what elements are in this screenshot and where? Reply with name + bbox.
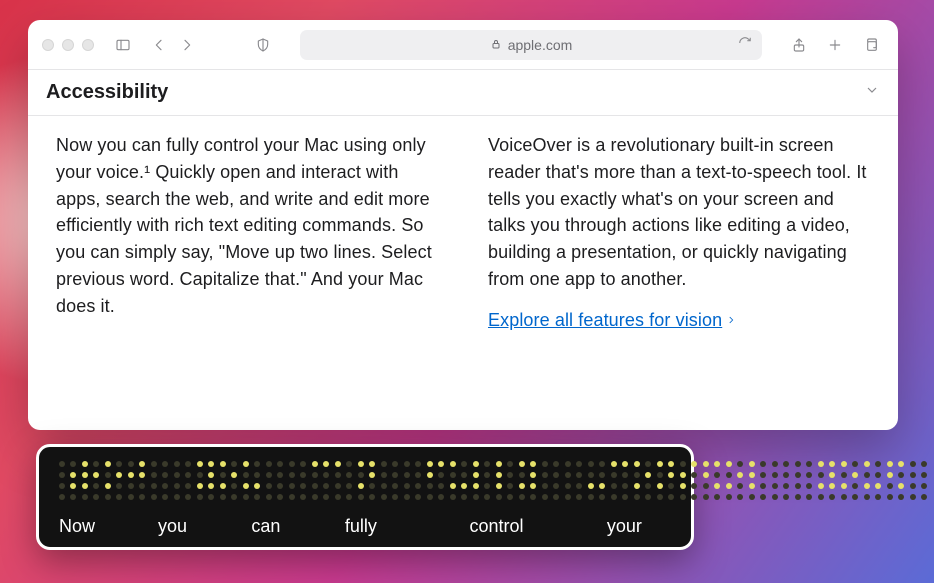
minimize-dot[interactable] <box>62 39 74 51</box>
braille-cell <box>542 461 559 500</box>
braille-cell <box>726 461 743 500</box>
address-bar[interactable]: apple.com <box>300 30 762 60</box>
braille-word: fully <box>345 516 470 537</box>
braille-cell <box>772 461 789 500</box>
braille-cell <box>427 461 444 500</box>
braille-cell <box>381 461 398 500</box>
braille-cell <box>197 461 214 500</box>
braille-cell <box>565 461 582 500</box>
privacy-shield-icon[interactable] <box>250 32 276 58</box>
braille-word: can <box>251 516 344 537</box>
braille-cell <box>59 461 76 500</box>
braille-cell <box>473 461 490 500</box>
section-header[interactable]: Accessibility <box>28 70 898 116</box>
braille-cell <box>818 461 835 500</box>
braille-cell <box>404 461 421 500</box>
right-text: VoiceOver is a revolutionary built-in sc… <box>488 135 867 289</box>
braille-cell <box>887 461 904 500</box>
braille-cell <box>243 461 260 500</box>
content-area: Now you can fully control your Mac using… <box>28 116 898 430</box>
braille-cell <box>174 461 191 500</box>
chevron-down-icon <box>864 82 880 103</box>
window-controls <box>42 39 94 51</box>
braille-cell <box>749 461 766 500</box>
back-button[interactable] <box>146 32 172 58</box>
braille-word: you <box>158 516 251 537</box>
sidebar-toggle-icon[interactable] <box>110 32 136 58</box>
braille-cell <box>910 461 927 500</box>
braille-cell <box>841 461 858 500</box>
toolbar: apple.com <box>28 20 898 70</box>
braille-cell <box>588 461 605 500</box>
braille-cell <box>128 461 145 500</box>
lock-icon <box>490 37 502 53</box>
left-text: Now you can fully control your Mac using… <box>56 135 432 316</box>
braille-cell <box>864 461 881 500</box>
forward-button[interactable] <box>174 32 200 58</box>
braille-cell <box>266 461 283 500</box>
braille-cell <box>151 461 168 500</box>
braille-cell <box>289 461 306 500</box>
address-text: apple.com <box>508 37 573 53</box>
braille-cell <box>335 461 352 500</box>
link-label: Explore all features for vision <box>488 307 722 334</box>
right-column: VoiceOver is a revolutionary built-in sc… <box>488 132 872 412</box>
share-icon[interactable] <box>786 32 812 58</box>
braille-cell <box>703 461 720 500</box>
braille-cell <box>611 461 628 500</box>
braille-panel: Nowyoucanfullycontrolyour <box>36 444 694 550</box>
close-dot[interactable] <box>42 39 54 51</box>
safari-window: apple.com Accessibility Now you can full… <box>28 20 898 430</box>
left-column: Now you can fully control your Mac using… <box>56 132 440 412</box>
braille-cell <box>105 461 122 500</box>
braille-cell <box>220 461 237 500</box>
braille-word: your <box>607 516 671 537</box>
braille-cells <box>59 461 671 500</box>
braille-cell <box>634 461 651 500</box>
braille-cell <box>657 461 674 500</box>
new-tab-icon[interactable] <box>822 32 848 58</box>
section-title: Accessibility <box>46 81 168 104</box>
braille-word: Now <box>59 516 158 537</box>
braille-cell <box>450 461 467 500</box>
explore-link[interactable]: Explore all features for vision <box>488 307 736 334</box>
tabs-icon[interactable] <box>858 32 884 58</box>
braille-cell <box>358 461 375 500</box>
braille-cell <box>312 461 329 500</box>
braille-cell <box>795 461 812 500</box>
braille-word: control <box>469 516 606 537</box>
braille-cell <box>519 461 536 500</box>
braille-cell <box>496 461 513 500</box>
braille-cell <box>680 461 697 500</box>
zoom-dot[interactable] <box>82 39 94 51</box>
braille-words: Nowyoucanfullycontrolyour <box>59 516 671 537</box>
braille-cell <box>82 461 99 500</box>
reload-icon[interactable] <box>738 36 752 53</box>
